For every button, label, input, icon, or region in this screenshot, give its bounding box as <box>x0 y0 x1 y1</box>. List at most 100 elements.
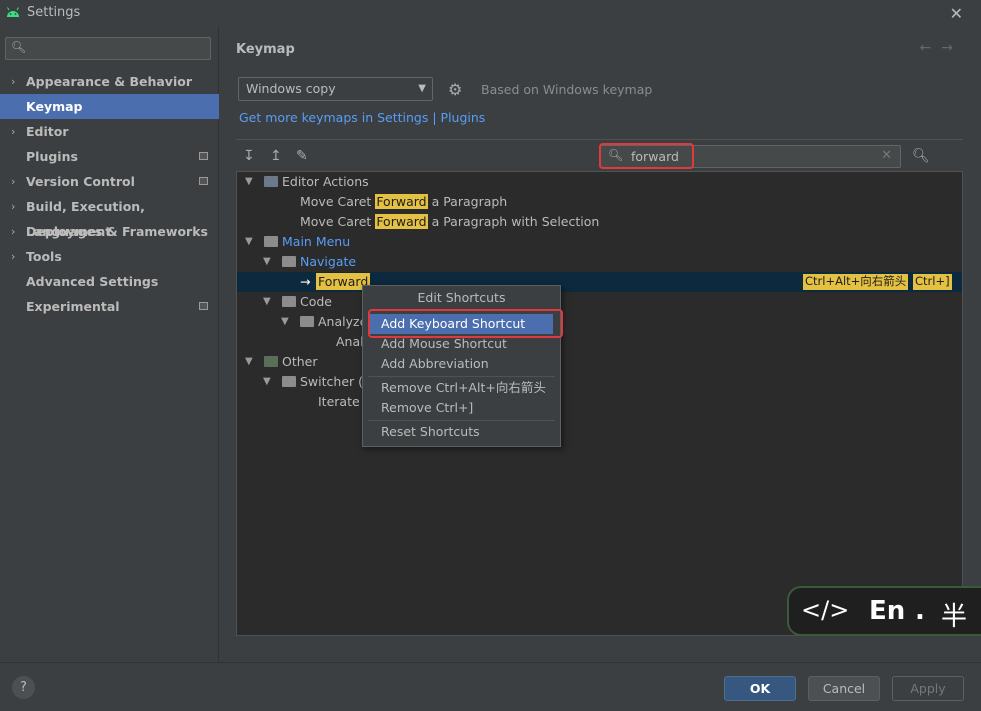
tree-label: Navigate <box>300 254 357 269</box>
chevron-right-icon: › <box>11 225 16 238</box>
other-icon <box>264 356 278 367</box>
sidebar-item-plugins[interactable]: Plugins <box>0 144 219 169</box>
window-title: Settings <box>27 5 81 20</box>
sidebar-item-advanced-settings[interactable]: Advanced Settings <box>0 269 219 294</box>
menu-icon <box>264 236 278 247</box>
page-title: Keymap <box>236 42 295 57</box>
popup-title: Edit Shortcuts <box>417 290 506 305</box>
project-settings-icon <box>199 152 208 160</box>
settings-search-input[interactable]: 🔍︎ <box>5 37 211 60</box>
gear-icon[interactable]: ⚙ <box>448 80 462 99</box>
editor-actions-icon <box>264 176 278 187</box>
history-nav: ←→ <box>920 40 963 56</box>
tree-row-other[interactable]: ▼ Other <box>237 352 962 372</box>
title-bar: Settings ✕ <box>0 0 981 26</box>
tree-row-analyze-child[interactable]: Analy <box>237 332 962 352</box>
sidebar-item-label: Languages & Frameworks <box>26 224 208 239</box>
sidebar-item-label: Editor <box>26 124 69 139</box>
sidebar-item-editor[interactable]: › Editor <box>0 119 219 144</box>
based-on-label: Based on Windows keymap <box>481 82 653 97</box>
settings-sidebar: 🔍︎ › Appearance & Behavior Keymap › Edit… <box>0 26 219 662</box>
chevron-down-icon[interactable]: ▼ <box>263 252 271 272</box>
chevron-down-icon[interactable]: ▼ <box>245 172 253 192</box>
sidebar-item-label: Experimental <box>26 299 120 314</box>
tree-label: Main Menu <box>282 234 351 249</box>
sidebar-item-appearance-behavior[interactable]: › Appearance & Behavior <box>0 69 219 94</box>
tree-row-iterate[interactable]: Iterate S <box>237 392 962 412</box>
get-more-keymaps-link[interactable]: Get more keymaps in Settings | Plugins <box>239 110 485 125</box>
ime-language: En <box>869 596 906 626</box>
shortcut-badge: Ctrl+Alt+向右箭头 <box>803 274 909 290</box>
tree-row-move-caret-forward-paragraph[interactable]: Move Caret Forward a Paragraph <box>237 192 962 212</box>
project-settings-icon <box>199 302 208 310</box>
folder-icon <box>282 256 296 267</box>
tree-row-main-menu[interactable]: ▼ Main Menu <box>237 232 962 252</box>
remove-shortcut-1-item[interactable]: Remove Ctrl+Alt+向右箭头 <box>370 378 553 398</box>
sidebar-item-languages-frameworks[interactable]: › Languages & Frameworks <box>0 219 219 244</box>
tree-label: Editor Actions <box>282 174 369 189</box>
chevron-down-icon: ▼ <box>418 83 426 94</box>
chevron-down-icon[interactable]: ▼ <box>281 312 289 332</box>
chevron-right-icon: › <box>11 125 16 138</box>
keymap-tree[interactable]: ▼ Editor Actions Move Caret Forward a Pa… <box>236 171 963 636</box>
tree-row-forward[interactable]: → Forward Ctrl+Alt+向右箭头 Ctrl+] <box>237 272 962 292</box>
sidebar-item-version-control[interactable]: › Version Control <box>0 169 219 194</box>
ime-width-mode: 半 <box>941 602 968 632</box>
sidebar-item-keymap[interactable]: Keymap <box>0 94 219 119</box>
forward-arrow-icon: → <box>300 274 311 289</box>
forward-arrow-icon[interactable]: → <box>941 40 963 56</box>
chevron-right-icon: › <box>11 250 16 263</box>
chevron-down-icon[interactable]: ▼ <box>263 372 271 392</box>
cancel-button[interactable]: Cancel <box>808 676 880 701</box>
tree-row-editor-actions[interactable]: ▼ Editor Actions <box>237 172 962 192</box>
keymap-dropdown-value: Windows copy <box>246 81 336 96</box>
edit-pencil-icon[interactable]: ✎ <box>296 148 308 164</box>
code-icon: </> <box>801 596 850 624</box>
keymap-panel: Keymap ←→ Windows copy ▼ ⚙ Based on Wind… <box>220 26 981 662</box>
apply-button[interactable]: Apply <box>892 676 964 701</box>
sidebar-item-label: Tools <box>26 249 62 264</box>
divider <box>236 139 963 140</box>
add-abbreviation-item[interactable]: Add Abbreviation <box>370 354 553 374</box>
annotation-highlight-box <box>599 143 694 169</box>
tree-row-move-caret-forward-paragraph-selection[interactable]: Move Caret Forward a Paragraph with Sele… <box>237 212 962 232</box>
tree-label: Code <box>300 294 333 309</box>
sidebar-item-label: Version Control <box>26 174 135 189</box>
sidebar-item-label: Keymap <box>26 99 83 114</box>
ime-dot: . <box>915 596 925 626</box>
android-icon <box>7 7 19 17</box>
collapse-all-icon[interactable]: ↥ <box>270 148 282 164</box>
tree-label: Move Caret Forward a Paragraph <box>300 194 508 209</box>
ime-status-pill[interactable]: </> En . 半 <box>787 586 981 636</box>
chevron-down-icon[interactable]: ▼ <box>245 232 253 252</box>
folder-icon <box>282 296 296 307</box>
remove-shortcut-2-item[interactable]: Remove Ctrl+] <box>370 398 553 418</box>
reset-shortcuts-item[interactable]: Reset Shortcuts <box>370 422 553 442</box>
search-icon: 🔍︎ <box>11 40 27 54</box>
tree-label: Analyze <box>318 314 368 329</box>
keymap-dropdown[interactable]: Windows copy ▼ <box>238 77 433 101</box>
sidebar-item-build-execution-deployment[interactable]: › Build, Execution, Deployment <box>0 194 219 239</box>
tree-row-switcher[interactable]: ▼ Switcher (R <box>237 372 962 392</box>
ok-button[interactable]: OK <box>724 676 796 701</box>
folder-icon <box>300 316 314 327</box>
expand-all-icon[interactable]: ↧ <box>243 148 255 164</box>
project-settings-icon <box>199 177 208 185</box>
chevron-right-icon: › <box>11 175 16 188</box>
close-icon[interactable]: ✕ <box>950 4 963 23</box>
sidebar-item-experimental[interactable]: Experimental <box>0 294 219 319</box>
help-icon[interactable]: ? <box>12 676 35 699</box>
find-by-shortcut-icon[interactable]: 🔍︎ <box>912 148 930 164</box>
sidebar-item-tools[interactable]: › Tools <box>0 244 219 269</box>
chevron-down-icon[interactable]: ▼ <box>263 292 271 312</box>
tree-label: Other <box>282 354 318 369</box>
sidebar-item-label: Advanced Settings <box>26 274 159 289</box>
clear-icon[interactable]: ✕ <box>881 148 892 163</box>
back-arrow-icon[interactable]: ← <box>920 40 942 56</box>
tree-row-analyze[interactable]: ▼ Analyze <box>237 312 962 332</box>
tree-row-code[interactable]: ▼ Code <box>237 292 962 312</box>
chevron-down-icon[interactable]: ▼ <box>245 352 253 372</box>
tree-row-navigate[interactable]: ▼ Navigate <box>237 252 962 272</box>
folder-icon <box>282 376 296 387</box>
tree-label: Switcher (R <box>300 374 372 389</box>
